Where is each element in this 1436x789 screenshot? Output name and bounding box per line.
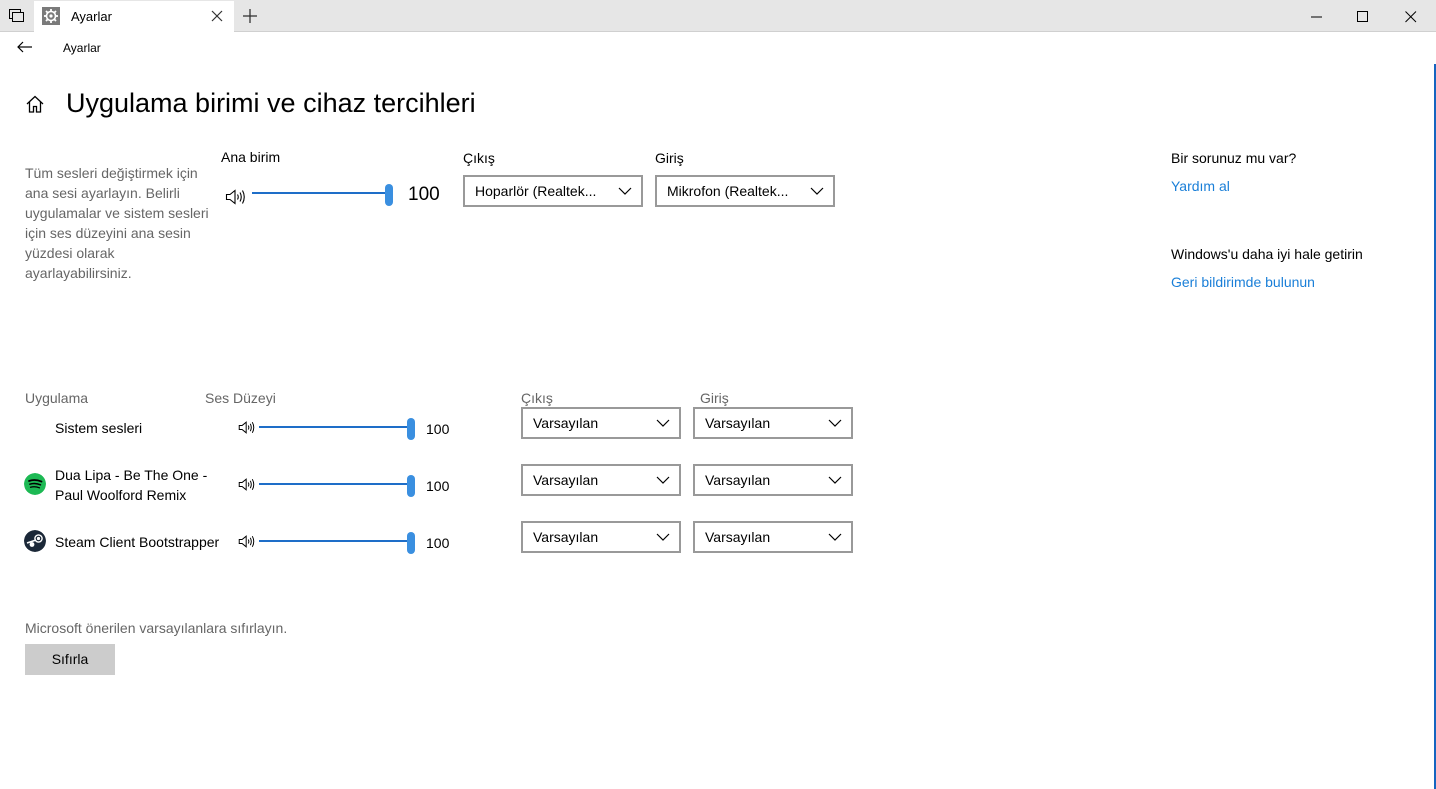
app-input-value: Varsayılan — [705, 529, 771, 545]
app-output-dropdown[interactable]: Varsayılan — [521, 464, 681, 496]
app-input-dropdown[interactable]: Varsayılan — [693, 521, 853, 553]
chevron-down-icon — [828, 419, 842, 427]
tab-title: Ayarlar — [71, 9, 112, 24]
tab-settings[interactable]: Ayarlar — [34, 1, 234, 32]
app-name-line2: Paul Woolford Remix — [55, 487, 187, 503]
task-view-icon[interactable] — [9, 9, 25, 23]
output-device-dropdown[interactable]: Hoparlör (Realtek... — [463, 175, 643, 207]
chevron-down-icon — [656, 476, 670, 484]
app-output-value: Varsayılan — [533, 529, 599, 545]
output-label: Çıkış — [463, 150, 495, 166]
speaker-icon[interactable] — [238, 420, 256, 435]
close-icon — [1405, 11, 1417, 23]
minimize-button[interactable] — [1294, 0, 1340, 32]
slider-track — [259, 540, 415, 542]
chevron-down-icon — [618, 187, 632, 195]
minimize-icon — [1311, 16, 1322, 18]
title-bar: Ayarlar — [0, 0, 1436, 32]
app-output-value: Varsayılan — [533, 472, 599, 488]
chevron-down-icon — [828, 533, 842, 541]
slider-track — [259, 426, 415, 428]
slider-track — [252, 192, 393, 194]
column-header-output: Çıkış — [521, 390, 553, 406]
help-question: Bir sorunuz mu var? — [1171, 150, 1297, 166]
app-output-dropdown[interactable]: Varsayılan — [521, 521, 681, 553]
app-volume-slider[interactable] — [259, 418, 415, 440]
reset-button[interactable]: Sıfırla — [25, 644, 115, 675]
app-volume-slider[interactable] — [259, 475, 415, 497]
app-name: Steam Client Bootstrapper — [55, 534, 220, 550]
slider-thumb[interactable] — [407, 532, 415, 554]
app-volume-slider[interactable] — [259, 532, 415, 554]
input-label: Giriş — [655, 150, 684, 166]
speaker-icon[interactable] — [238, 477, 256, 492]
slider-thumb[interactable] — [407, 418, 415, 440]
page-title: Uygulama birimi ve cihaz tercihleri — [66, 88, 476, 118]
column-header-input: Giriş — [700, 390, 729, 406]
chevron-down-icon — [656, 419, 670, 427]
app-input-dropdown[interactable]: Varsayılan — [693, 464, 853, 496]
app-output-dropdown[interactable]: Varsayılan — [521, 407, 681, 439]
app-name: Sistem sesleri — [55, 420, 143, 436]
page-content: Uygulama birimi ve cihaz tercihleri Tüm … — [0, 64, 1436, 789]
reset-description: Microsoft önerilen varsayılanlara sıfırl… — [25, 620, 288, 636]
chevron-down-icon — [656, 533, 670, 541]
page-description: Tüm sesleri değiştirmek için ana sesi ay… — [25, 165, 209, 281]
slider-thumb[interactable] — [407, 475, 415, 497]
master-volume-slider[interactable] — [252, 184, 393, 206]
maximize-icon — [1357, 11, 1368, 22]
app-input-dropdown[interactable]: Varsayılan — [693, 407, 853, 439]
close-tab-icon[interactable] — [210, 9, 224, 23]
settings-gear-icon — [42, 7, 60, 25]
column-header-volume: Ses Düzeyi — [205, 390, 276, 406]
chevron-down-icon — [828, 476, 842, 484]
maximize-button[interactable] — [1340, 0, 1386, 32]
spotify-icon — [24, 473, 46, 495]
back-arrow-icon[interactable] — [16, 40, 34, 54]
app-volume-value: 100 — [426, 478, 450, 494]
slider-thumb[interactable] — [385, 184, 393, 206]
input-device-dropdown[interactable]: Mikrofon (Realtek... — [655, 175, 835, 207]
app-input-value: Varsayılan — [705, 472, 771, 488]
slider-track — [259, 483, 415, 485]
app-volume-value: 100 — [426, 421, 450, 437]
master-volume-value: 100 — [408, 184, 440, 205]
get-help-link[interactable]: Yardım al — [1171, 178, 1230, 194]
nav-bar: Ayarlar — [0, 32, 1436, 64]
input-device-value: Mikrofon (Realtek... — [667, 183, 789, 199]
feedback-link[interactable]: Geri bildirimde bulunun — [1171, 274, 1315, 290]
master-volume-label: Ana birim — [221, 149, 281, 165]
app-output-value: Varsayılan — [533, 415, 599, 431]
chevron-down-icon — [810, 187, 824, 195]
home-icon[interactable] — [25, 94, 45, 114]
speaker-icon[interactable] — [225, 188, 247, 206]
improve-heading: Windows'u daha iyi hale getirin — [1171, 246, 1363, 262]
steam-icon — [24, 530, 46, 552]
app-name-line1: Dua Lipa - Be The One - — [55, 467, 208, 483]
app-volume-value: 100 — [426, 535, 450, 551]
output-device-value: Hoparlör (Realtek... — [475, 183, 597, 199]
nav-title: Ayarlar — [63, 41, 101, 55]
app-input-value: Varsayılan — [705, 415, 771, 431]
new-tab-icon[interactable] — [243, 9, 257, 23]
close-window-button[interactable] — [1388, 0, 1434, 32]
column-header-app: Uygulama — [25, 390, 89, 406]
speaker-icon[interactable] — [238, 534, 256, 549]
